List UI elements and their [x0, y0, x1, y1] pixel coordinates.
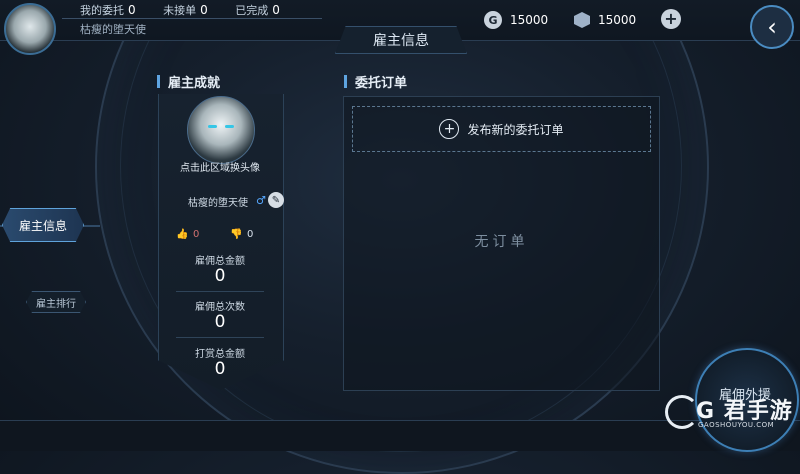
watermark-logo-icon: [665, 395, 699, 429]
gem-currency: 15000: [574, 9, 636, 31]
total-hire-count-label: 雇佣总次数: [195, 302, 245, 313]
thumbs-up-icon: 👍: [176, 229, 189, 240]
total-tip-amount-value: 0: [214, 359, 226, 379]
male-gender-icon: ♂: [256, 194, 266, 207]
stat-value-completed: 0: [272, 3, 280, 17]
plus-icon: +: [439, 119, 460, 139]
stat-value-my-commissions: 0: [128, 3, 136, 17]
total-tip-amount-label: 打赏总金额: [195, 349, 245, 360]
nav-employer-info[interactable]: 雇主信息: [2, 208, 84, 242]
page-title: 雇主信息: [335, 26, 467, 54]
stat-divider: [176, 337, 264, 338]
watermark-domain: GAOSHOUYOU.COM: [698, 421, 775, 429]
nav-employer-ranking[interactable]: 雇主排行: [26, 291, 86, 313]
likes-count: 0: [193, 229, 200, 240]
new-order-button[interactable]: + 发布新的委托订单: [352, 106, 651, 152]
avatar-eye-left: [208, 125, 217, 128]
header-divider: [62, 18, 322, 19]
achievements-title: 雇主成就: [157, 72, 220, 91]
gem-amount: 15000: [598, 13, 637, 27]
gold-currency: G 15000: [484, 9, 548, 31]
new-order-label: 发布新的委托订单: [467, 122, 564, 137]
gold-coin-icon: G: [484, 11, 502, 29]
edit-name-icon[interactable]: ✎: [268, 192, 284, 208]
back-button[interactable]: ‹: [750, 5, 794, 49]
add-currency-button[interactable]: +: [661, 9, 681, 29]
player-avatar[interactable]: [4, 3, 56, 55]
total-hire-amount-label: 雇佣总金额: [195, 256, 245, 267]
header-username: 枯瘦的堕天使: [80, 23, 146, 36]
stat-label-my-commissions: 我的委托: [80, 4, 124, 17]
gold-amount: 15000: [510, 13, 549, 27]
change-avatar-hint[interactable]: 点击此区域换头像: [150, 159, 290, 174]
employer-avatar[interactable]: [187, 96, 255, 164]
total-hire-amount-value: 0: [214, 266, 226, 286]
dislikes-count: 0: [247, 229, 254, 240]
gem-cube-icon: [574, 12, 590, 28]
total-hire-count-value: 0: [214, 312, 226, 332]
orders-title: 委托订单: [344, 72, 407, 91]
stat-value-unaccepted: 0: [200, 3, 208, 17]
empty-orders-text: 无订单: [474, 234, 529, 250]
stat-label-completed: 已完成: [235, 4, 269, 17]
employer-name: 枯瘦的堕天使: [188, 198, 248, 209]
stat-label-unaccepted: 未接单: [163, 4, 197, 17]
stat-divider: [176, 291, 264, 292]
avatar-eye-right: [225, 125, 234, 128]
commission-stats: 我的委托 0 未接单 0 已完成 0: [80, 2, 286, 18]
thumbs-down-icon: 👎: [230, 229, 243, 240]
